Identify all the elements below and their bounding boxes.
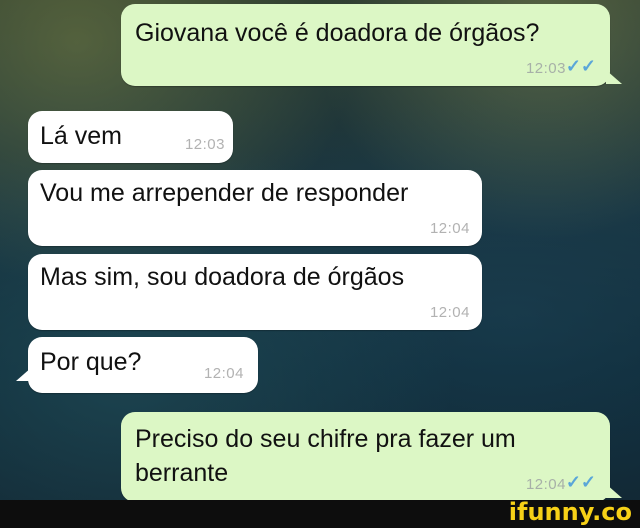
read-receipt-icon: ✓✓ [565, 472, 596, 492]
message-text: Por que? [40, 348, 142, 376]
message-text: Vou me arrepender de responder [40, 179, 409, 207]
incoming-message[interactable]: Vou me arrepender de responder 12:04 [28, 170, 482, 246]
incoming-message[interactable]: Por que? 12:04 [16, 337, 258, 393]
outgoing-message[interactable]: Preciso do seu chifre pra fazer um berra… [121, 412, 622, 502]
message-time: 12:03 [184, 136, 225, 153]
bubble-tail [606, 484, 622, 498]
ifunny-logo: ifunny.co [508, 498, 632, 526]
message-time: 12:04 [203, 365, 244, 382]
message-time: 12:03 [525, 60, 566, 77]
incoming-message[interactable]: Lá vem 12:03 [28, 111, 233, 163]
bubble-tail [606, 70, 622, 84]
message-text: Mas sim, sou doadora de órgãos [40, 263, 405, 291]
message-time: 12:04 [429, 304, 470, 321]
message-text: Giovana você é doadora de órgãos? [135, 19, 540, 47]
message-time: 12:04 [429, 220, 470, 237]
incoming-message[interactable]: Mas sim, sou doadora de órgãos 12:04 [28, 254, 482, 330]
read-receipt-icon: ✓✓ [565, 56, 596, 76]
bubble-tail [16, 367, 32, 381]
message-text: Lá vem [40, 122, 122, 150]
message-text: Preciso do seu chifre pra fazer um berra… [135, 425, 516, 487]
outgoing-message[interactable]: Giovana você é doadora de órgãos? 12:03 … [121, 4, 622, 86]
message-time: 12:04 [525, 476, 566, 493]
watermark-bar: ifunny.co [0, 498, 640, 528]
